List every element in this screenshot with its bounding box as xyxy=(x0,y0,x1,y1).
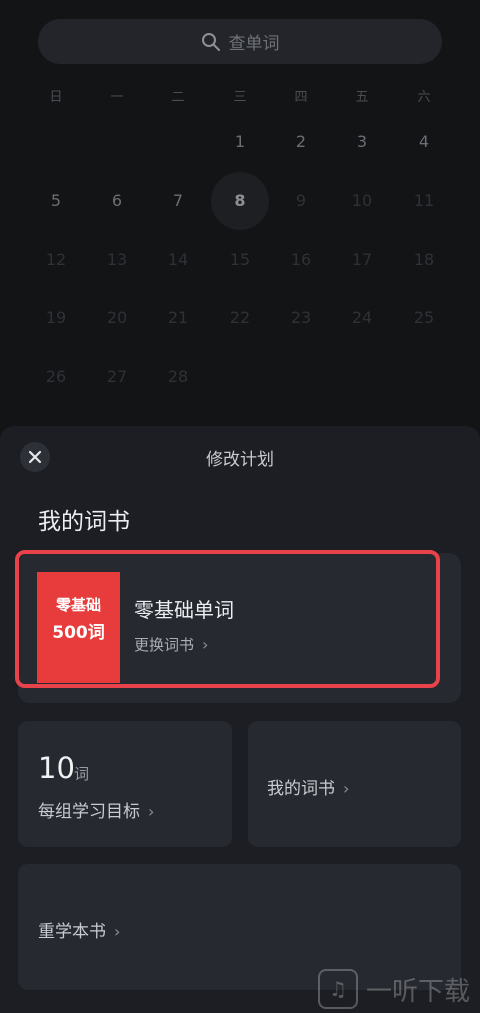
calendar-day-today[interactable]: 8 xyxy=(211,172,269,230)
goal-unit: 词 xyxy=(74,765,90,783)
calendar-day[interactable]: 22 xyxy=(220,298,260,338)
calendar-day[interactable]: 12 xyxy=(36,240,76,280)
goal-label: 每组学习目标 xyxy=(38,802,140,822)
my-books-card[interactable]: 我的词书 › xyxy=(248,721,461,847)
section-title: 我的词书 xyxy=(38,509,130,535)
watermark-text: 一听下载 xyxy=(366,976,471,1007)
calendar-day[interactable]: 24 xyxy=(342,298,382,338)
watermark: ♫ 一听下载 xyxy=(318,968,470,1010)
relearn-row: 重学本书 › xyxy=(38,917,120,942)
calendar-day[interactable]: 28 xyxy=(158,357,198,397)
calendar-day[interactable]: 11 xyxy=(404,181,444,221)
calendar-day[interactable]: 14 xyxy=(158,240,198,280)
calendar-day[interactable]: 6 xyxy=(97,181,137,221)
highlight-frame xyxy=(15,550,440,688)
calendar-day[interactable]: 27 xyxy=(97,357,137,397)
calendar-day[interactable]: 19 xyxy=(36,298,76,338)
calendar-day[interactable]: 25 xyxy=(404,298,444,338)
watermark-logo-icon: ♫ xyxy=(318,969,358,1009)
calendar-day[interactable]: 26 xyxy=(36,357,76,397)
calendar-day[interactable]: 20 xyxy=(97,298,137,338)
goal-card[interactable]: 10 词 每组学习目标 › xyxy=(18,721,232,847)
calendar-day[interactable]: 13 xyxy=(97,240,137,280)
calendar-day[interactable]: 5 xyxy=(36,181,76,221)
goal-label-row: 每组学习目标 › xyxy=(38,797,154,822)
my-books-row: 我的词书 › xyxy=(267,774,349,799)
calendar-grid: 1 2 3 4 5 6 7 8 9 10 11 12 13 14 15 16 17 18 19 20 21 22 23 24 2… xyxy=(0,0,480,420)
calendar-day[interactable]: 1 xyxy=(220,122,260,162)
relearn-label: 重学本书 xyxy=(38,922,106,942)
chevron-right-icon: › xyxy=(148,802,155,821)
chevron-right-icon: › xyxy=(114,922,121,941)
calendar-day[interactable]: 23 xyxy=(281,298,321,338)
calendar-day[interactable]: 3 xyxy=(342,122,382,162)
goal-number: 10 xyxy=(38,751,75,785)
calendar-day[interactable]: 16 xyxy=(281,240,321,280)
chevron-right-icon: › xyxy=(343,779,350,798)
my-books-label: 我的词书 xyxy=(267,779,335,799)
calendar-day[interactable]: 4 xyxy=(404,122,444,162)
calendar-day[interactable]: 17 xyxy=(342,240,382,280)
calendar-day[interactable]: 21 xyxy=(158,298,198,338)
calendar-day[interactable]: 2 xyxy=(281,122,321,162)
calendar-day[interactable]: 18 xyxy=(404,240,444,280)
sheet-title: 修改计划 xyxy=(206,450,274,470)
calendar-day[interactable]: 7 xyxy=(158,181,198,221)
calendar-day[interactable]: 10 xyxy=(342,181,382,221)
calendar-day[interactable]: 9 xyxy=(281,181,321,221)
calendar-day[interactable]: 15 xyxy=(220,240,260,280)
